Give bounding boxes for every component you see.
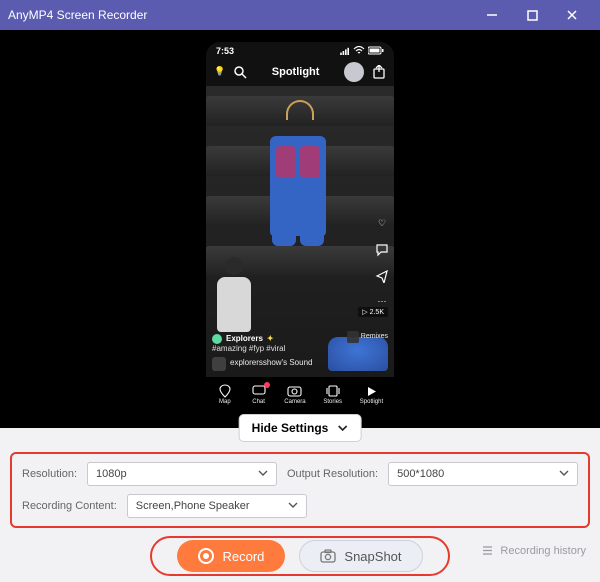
close-button[interactable] bbox=[552, 0, 592, 30]
camera-icon bbox=[287, 384, 303, 398]
video-overlay-info: Explorers ✦ #amazing #fyp #viral explore… bbox=[212, 334, 312, 371]
app-window: AnyMP4 Screen Recorder 7:53 💡 bbox=[0, 0, 600, 582]
action-row: Record SnapShot Recording history bbox=[0, 536, 600, 582]
stories-icon bbox=[325, 384, 341, 398]
output-resolution-value: 500*1080 bbox=[397, 468, 444, 480]
lightbulb-icon: 💡 bbox=[214, 66, 225, 77]
history-label: Recording history bbox=[500, 545, 586, 557]
battery-icon bbox=[368, 46, 384, 55]
phone-mirror: 7:53 💡 Spotlight bbox=[206, 42, 394, 417]
phone-time: 7:53 bbox=[216, 46, 234, 56]
hashtags: #amazing #fyp #viral bbox=[212, 344, 312, 354]
phone-video-content: ♡ ⋯ ▷2.5K Remixes Explorers ✦ #amazing #… bbox=[206, 86, 394, 377]
nav-camera: Camera bbox=[284, 384, 305, 405]
wifi-icon bbox=[353, 46, 365, 55]
snapshot-label: SnapShot bbox=[344, 549, 401, 564]
list-icon bbox=[481, 544, 494, 557]
nav-chat: Chat bbox=[251, 384, 267, 405]
phone-status-icons bbox=[340, 46, 384, 55]
maximize-button[interactable] bbox=[512, 0, 552, 30]
comment-icon bbox=[374, 242, 390, 258]
phone-side-actions: ♡ ⋯ bbox=[374, 216, 390, 310]
maximize-icon bbox=[527, 10, 538, 21]
share-icon bbox=[374, 268, 390, 284]
record-icon bbox=[198, 548, 214, 564]
phone-bottom-nav: Map Chat Camera Stories Spotlight bbox=[206, 377, 394, 417]
recording-content-value: Screen,Phone Speaker bbox=[136, 500, 250, 512]
recording-content-label: Recording Content: bbox=[22, 500, 117, 512]
remixes-badge: Remixes bbox=[347, 331, 388, 343]
hide-settings-button[interactable]: Hide Settings bbox=[239, 414, 362, 442]
chat-icon bbox=[251, 384, 267, 398]
close-icon bbox=[566, 9, 578, 21]
resolution-select[interactable]: 1080p bbox=[87, 462, 277, 486]
nav-stories: Stories bbox=[323, 384, 342, 405]
chevron-down-icon bbox=[258, 468, 268, 481]
channel-name: Explorers bbox=[226, 334, 263, 344]
camera-icon bbox=[320, 549, 336, 563]
chevron-down-icon bbox=[559, 468, 569, 481]
phone-status-bar: 7:53 bbox=[206, 42, 394, 58]
view-count: ▷2.5K bbox=[358, 307, 388, 317]
snapshot-button[interactable]: SnapShot bbox=[299, 540, 422, 572]
star-icon: ✦ bbox=[267, 334, 274, 344]
resolution-value: 1080p bbox=[96, 468, 127, 480]
minimize-button[interactable] bbox=[472, 0, 512, 30]
app-title: AnyMP4 Screen Recorder bbox=[8, 8, 472, 22]
nav-map: Map bbox=[217, 384, 233, 405]
phone-tab-spotlight: Spotlight bbox=[255, 66, 336, 78]
resolution-label: Resolution: bbox=[22, 468, 77, 480]
minimize-icon bbox=[486, 9, 498, 21]
sound-name: explorersshow's Sound bbox=[230, 358, 312, 368]
share-out-icon bbox=[372, 65, 386, 79]
hide-settings-label: Hide Settings bbox=[252, 421, 329, 435]
chevron-down-icon bbox=[288, 500, 298, 513]
sound-thumb bbox=[212, 357, 226, 371]
recording-content-select[interactable]: Screen,Phone Speaker bbox=[127, 494, 307, 518]
search-icon bbox=[233, 65, 247, 79]
output-resolution-select[interactable]: 500*1080 bbox=[388, 462, 578, 486]
verified-dot-icon bbox=[212, 334, 222, 344]
settings-panel: Resolution: 1080p Output Resolution: 500… bbox=[10, 452, 590, 528]
output-resolution-label: Output Resolution: bbox=[287, 468, 378, 480]
record-button[interactable]: Record bbox=[177, 540, 285, 572]
nav-spotlight: Spotlight bbox=[360, 384, 383, 405]
chevron-down-icon bbox=[336, 422, 348, 434]
map-icon bbox=[217, 384, 233, 398]
titlebar: AnyMP4 Screen Recorder bbox=[0, 0, 600, 30]
heart-icon: ♡ bbox=[374, 216, 390, 232]
signal-icon bbox=[340, 47, 350, 55]
avatar bbox=[344, 62, 364, 82]
recording-history-link[interactable]: Recording history bbox=[481, 544, 586, 557]
play-icon bbox=[363, 384, 379, 398]
jeans-figure bbox=[270, 106, 330, 246]
preview-area: 7:53 💡 Spotlight bbox=[0, 30, 600, 428]
phone-top-bar: 💡 Spotlight bbox=[206, 58, 394, 86]
record-label: Record bbox=[222, 549, 264, 564]
